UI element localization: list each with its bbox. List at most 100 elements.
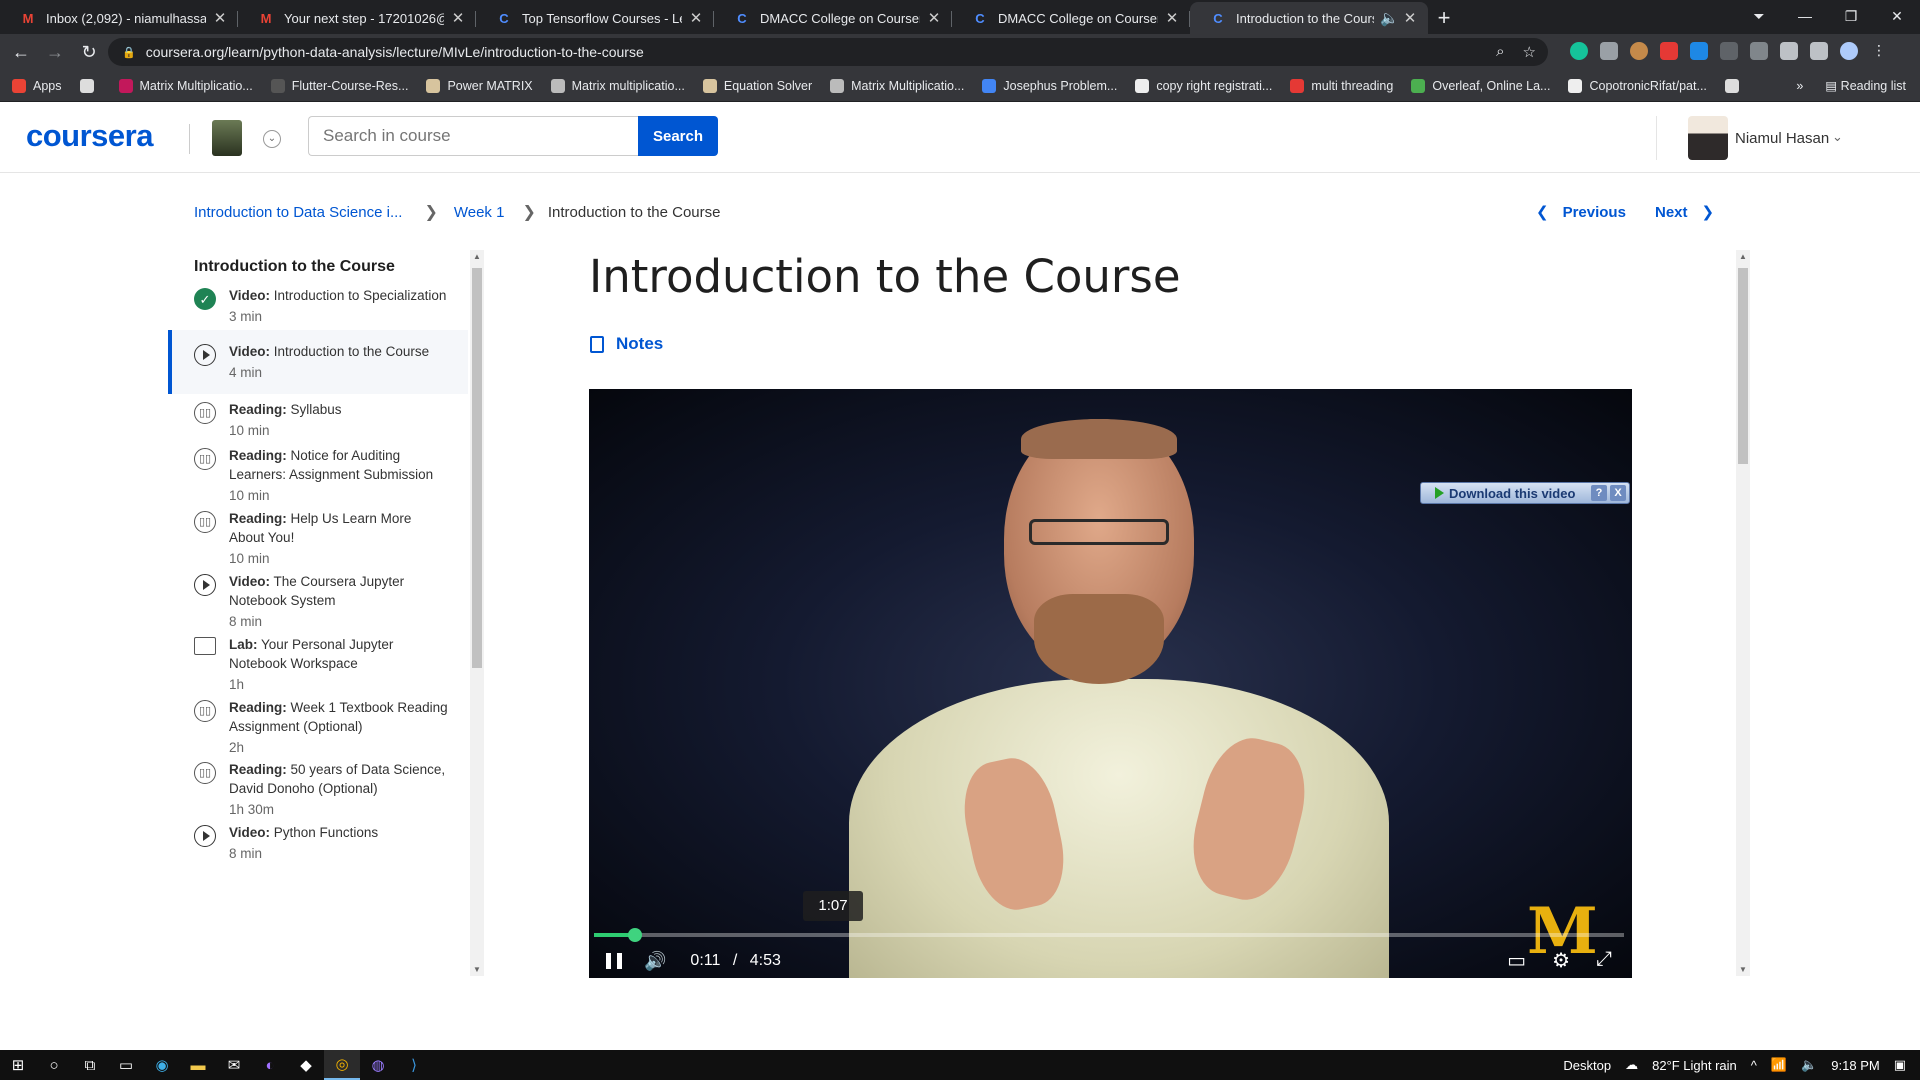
- volume-icon[interactable]: 🔊: [644, 951, 666, 972]
- course-search-input[interactable]: [308, 116, 638, 156]
- reading-mode-icon[interactable]: [1810, 42, 1828, 60]
- bookmark-item[interactable]: Matrix Multiplicatio...: [118, 78, 253, 93]
- user-avatar[interactable]: [1688, 116, 1728, 160]
- profile-dropdown-icon[interactable]: ⏷: [1736, 8, 1782, 25]
- address-bar[interactable]: 🔒 coursera.org/learn/python-data-analysi…: [108, 38, 1548, 66]
- close-tab-icon[interactable]: ✕: [688, 9, 704, 27]
- sidebar-item[interactable]: ▯▯ Reading: Week 1 Textbook Reading Assig…: [168, 698, 468, 757]
- bookmark-item[interactable]: Overleaf, Online La...: [1411, 78, 1550, 93]
- close-tab-icon[interactable]: ✕: [212, 9, 228, 27]
- volume-tray-icon[interactable]: 🔈: [1801, 1057, 1817, 1073]
- notifications-icon[interactable]: ▣: [1894, 1057, 1906, 1073]
- tray-expand-icon[interactable]: ^: [1751, 1058, 1757, 1073]
- more-bookmarks-button[interactable]: »: [1796, 79, 1803, 93]
- cookie-extension-icon[interactable]: [1630, 42, 1648, 60]
- sidebar-item[interactable]: ✓ Video: Introduction to Specialization 3 …: [168, 286, 468, 326]
- content-scrollbar[interactable]: ▲ ▼: [1736, 250, 1750, 976]
- close-tab-icon[interactable]: ✕: [450, 9, 466, 27]
- reload-icon[interactable]: ↻: [76, 42, 102, 63]
- back-icon[interactable]: ←: [8, 42, 34, 63]
- subtitles-icon[interactable]: ▭: [1507, 948, 1526, 973]
- user-menu-chevron-icon[interactable]: ⌄: [1832, 129, 1843, 145]
- bookmark-item[interactable]: Apps: [12, 78, 62, 93]
- new-tab-button[interactable]: +: [1428, 2, 1460, 34]
- bookmark-item[interactable]: copy right registrati...: [1135, 78, 1272, 93]
- puzzle-extensions-icon[interactable]: [1780, 42, 1798, 60]
- browser-tab[interactable]: C DMACC College on Coursera | Co ✕: [714, 2, 952, 34]
- url-text[interactable]: coursera.org/learn/python-data-analysis/…: [146, 44, 644, 60]
- browser-tab[interactable]: M Inbox (2,092) - niamulhassan64@ ✕: [0, 2, 238, 34]
- pen-extension-icon[interactable]: [1750, 42, 1768, 60]
- bookmark-item[interactable]: [79, 78, 101, 93]
- bookmark-item[interactable]: CopotronicRifat/pat...: [1568, 78, 1707, 93]
- scroll-up-icon[interactable]: ▲: [1739, 252, 1747, 261]
- browser-tab[interactable]: C Top Tensorflow Courses - Learn T ✕: [476, 2, 714, 34]
- close-tab-icon[interactable]: ✕: [1402, 9, 1418, 27]
- previous-button[interactable]: ❮ Previous: [1536, 203, 1626, 222]
- weather-text[interactable]: 82°F Light rain: [1652, 1058, 1737, 1073]
- breadcrumb-week-link[interactable]: Week 1: [454, 204, 505, 221]
- fullscreen-icon[interactable]: ⤢: [1596, 948, 1612, 973]
- bookmark-item[interactable]: Flutter-Course-Res...: [270, 78, 408, 93]
- profile-avatar-icon[interactable]: [1840, 42, 1858, 60]
- sidebar-scroll-thumb[interactable]: [472, 268, 482, 668]
- menu-kebab-icon[interactable]: ⋮: [1870, 42, 1888, 60]
- download-extension-icon[interactable]: [1690, 42, 1708, 60]
- sidebar-item[interactable]: Video: Python Functions 8 min: [168, 823, 468, 863]
- camera-extension-icon[interactable]: [1600, 42, 1618, 60]
- edge-browser-icon[interactable]: ◉: [144, 1050, 180, 1080]
- search-circle-icon[interactable]: ○: [36, 1050, 72, 1080]
- chrome-taskbar-icon[interactable]: ◎: [324, 1050, 360, 1080]
- github-desktop-icon[interactable]: ◍: [360, 1050, 396, 1080]
- bookmark-item[interactable]: Josephus Problem...: [982, 78, 1117, 93]
- browser-tab[interactable]: C Introduction to the Course | 🔈✕: [1190, 2, 1428, 34]
- close-tab-icon[interactable]: ✕: [926, 9, 942, 27]
- reading-list-button[interactable]: ▤ Reading list: [1825, 78, 1906, 93]
- progress-knob[interactable]: [628, 928, 643, 942]
- pause-button[interactable]: [606, 953, 622, 969]
- terminal-icon[interactable]: ▭: [108, 1050, 144, 1080]
- user-name[interactable]: Niamul Hasan: [1735, 130, 1829, 147]
- tab-audio-icon[interactable]: 🔈: [1380, 9, 1399, 27]
- bookmark-item[interactable]: multi threading: [1290, 78, 1393, 93]
- browser-tab[interactable]: M Your next step - 17201026@uap- ✕: [238, 2, 476, 34]
- bookmark-item[interactable]: Matrix multiplicatio...: [550, 78, 685, 93]
- clock[interactable]: 9:18 PM: [1831, 1058, 1879, 1073]
- download-help-button[interactable]: ?: [1591, 485, 1607, 501]
- close-tab-icon[interactable]: ✕: [1164, 9, 1180, 27]
- forward-icon[interactable]: →: [42, 42, 68, 63]
- windows-start-icon[interactable]: ⊞: [0, 1050, 36, 1080]
- download-video-bar[interactable]: Download this video ? X: [1420, 482, 1630, 504]
- game-app-icon[interactable]: ◆: [288, 1050, 324, 1080]
- bookmark-item[interactable]: Matrix Multiplicatio...: [830, 78, 964, 93]
- weather-icon[interactable]: ☁: [1625, 1057, 1638, 1073]
- sidebar-item[interactable]: Lab: Your Personal Jupyter Notebook Work…: [168, 635, 468, 694]
- content-scroll-thumb[interactable]: [1738, 268, 1748, 464]
- sidebar-scrollbar[interactable]: ▲ ▼: [470, 250, 484, 976]
- next-button[interactable]: Next ❯: [1655, 203, 1714, 222]
- mail-icon[interactable]: ✉: [216, 1050, 252, 1080]
- coursera-logo[interactable]: coursera: [26, 118, 153, 154]
- download-video-button[interactable]: Download this video: [1421, 486, 1591, 501]
- desktop-toolbar-label[interactable]: Desktop: [1563, 1058, 1611, 1073]
- sidebar-item[interactable]: ▯▯ Reading: 50 years of Data Science, Dav…: [168, 760, 468, 819]
- screen-extension-icon[interactable]: [1720, 42, 1738, 60]
- network-icon[interactable]: 📶: [1771, 1057, 1787, 1073]
- minimize-button[interactable]: —: [1782, 8, 1828, 24]
- browser-tab[interactable]: C DMACC College on Coursera | Co ✕: [952, 2, 1190, 34]
- task-view-icon[interactable]: ⧉: [72, 1050, 108, 1080]
- sidebar-item[interactable]: ▯▯ Reading: Notice for Auditing Learners:…: [168, 446, 468, 505]
- file-explorer-icon[interactable]: ▬: [180, 1050, 216, 1080]
- breadcrumb-course-link[interactable]: Introduction to Data Science i...: [194, 204, 402, 221]
- pdf-extension-icon[interactable]: [1660, 42, 1678, 60]
- sidebar-item[interactable]: ▯▯ Reading: Syllabus 10 min: [168, 400, 468, 440]
- search-button[interactable]: Search: [638, 116, 718, 156]
- maximize-button[interactable]: ❐: [1828, 8, 1874, 25]
- download-close-button[interactable]: X: [1610, 485, 1626, 501]
- close-window-button[interactable]: ✕: [1874, 8, 1920, 25]
- video-progress-bar[interactable]: [594, 928, 1624, 942]
- sidebar-item[interactable]: Video: The Coursera Jupyter Notebook Sys…: [168, 572, 468, 631]
- vscode-icon[interactable]: ⟩: [396, 1050, 432, 1080]
- messenger-icon[interactable]: ◐: [252, 1050, 288, 1080]
- sidebar-item[interactable]: Video: Introduction to the Course 4 min: [168, 330, 468, 394]
